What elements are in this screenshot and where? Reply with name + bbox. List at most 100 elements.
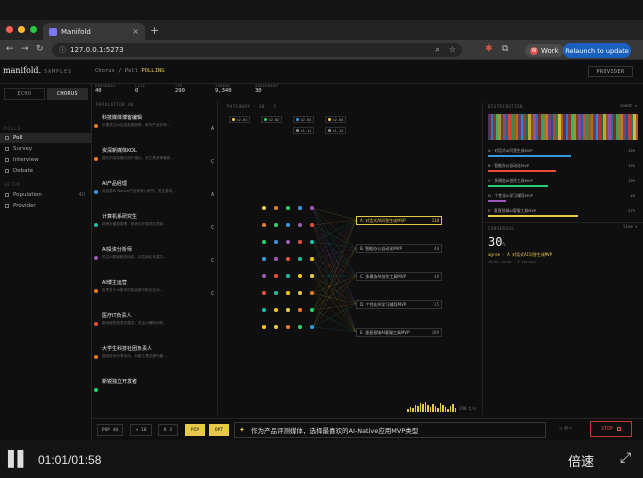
profile-button[interactable]: W Work (525, 44, 564, 57)
sidebar-item-survey[interactable]: Survey (0, 144, 91, 154)
distribution-pct: 27% (628, 208, 635, 213)
persona-item[interactable]: 科技媒体博客编辑 长期关注AI应用发展趋势，常写产品评测… A (93, 114, 217, 132)
persona-desc: 长期关注AI应用发展趋势，常写产品评测… (102, 123, 171, 127)
distribution-select[interactable]: count ▾ (620, 103, 637, 108)
option-e[interactable]: E. 垂直领域AI客服工具MVP 109 (356, 328, 442, 337)
provider-icon (5, 204, 9, 208)
persona-item[interactable]: AI产品经理 对各类AI Native产品有深入研究，关注落地… A (93, 180, 217, 198)
persona-item[interactable]: 新锐独立开发者 (93, 378, 217, 392)
zoom-icon[interactable]: ⌕ (435, 45, 439, 55)
consensus-select[interactable]: live ▾ (623, 224, 637, 229)
population-total: 40 (128, 102, 134, 107)
consensus-meta: 40/40 voted · 5 options (488, 260, 537, 264)
persona-tag: C (210, 159, 214, 165)
sidebar-item-provider[interactable]: Provider (0, 201, 91, 211)
mode-chorus[interactable]: CHORUS (47, 88, 88, 100)
status-badge: POLLING (141, 68, 165, 74)
mode-echo[interactable]: ECHO (4, 88, 45, 100)
stat-value: 9,340 (215, 88, 232, 94)
reload-icon[interactable]: ↻ (36, 44, 44, 54)
distribution-row: B · 智能办公自动化MVP 13% (488, 163, 638, 175)
persona-desc: 推动医院信息化建设，关注AI辅助诊断… (102, 321, 167, 325)
persona-node (274, 291, 278, 295)
distribution-label: A · 对话式AI问答生成MVP (488, 148, 533, 153)
pause-icon[interactable]: ▌▌ (8, 450, 29, 468)
stat-agreement: AGREEMENT 30 (255, 84, 278, 94)
throughput-rate: 290 t/s (459, 406, 476, 411)
persona-item[interactable]: 大学生科技社团负责人 组织技术分享活动，对新工具充满兴趣… (93, 345, 217, 359)
address-bar[interactable]: ⓘ 127.0.0.1:5273 ⌕ ☆ (52, 43, 462, 57)
relaunch-button[interactable]: Relaunch to update (563, 43, 631, 58)
persona-item[interactable]: AI投资分析师 关注AI赛道融资动态，评估商业化潜力… C (93, 246, 217, 264)
pip-button[interactable]: PIP (185, 424, 205, 436)
spark-bar (407, 409, 409, 412)
sidebar-item-label: Survey (13, 146, 33, 152)
persona-item[interactable]: 医疗IT负责人 推动医院信息化建设，关注AI辅助诊断… (93, 312, 217, 326)
site-info-icon[interactable]: ⓘ (59, 45, 66, 55)
rounds-control[interactable]: × 10 (130, 424, 152, 436)
stat-value: 30 (255, 88, 262, 94)
spark-bar (449, 406, 451, 412)
spark-bar (417, 406, 419, 412)
video-player-controls: ▌▌ 01:01/01:58 倍速 ⤢ (0, 440, 643, 478)
persona-item[interactable]: 计算机系研究生 熟悉大模型原理，常参与开源项目贡献… C (93, 213, 217, 231)
persona-node (310, 325, 314, 329)
fullscreen-icon[interactable]: ⤢ (620, 450, 631, 466)
spark-bar (422, 404, 424, 412)
prompt-input[interactable]: ✦ 作为产品评测媒体，选择最喜欢的AI-Native应用MVP类型 (234, 422, 546, 438)
sidebar-item-interview[interactable]: Interview (0, 155, 91, 165)
bookmark-star-icon[interactable]: ☆ (449, 45, 456, 55)
persona-node (310, 223, 314, 227)
spark-bar (444, 407, 446, 412)
spark-bar (427, 405, 429, 412)
persona-node (286, 206, 290, 210)
persona-node (310, 291, 314, 295)
option-d[interactable]: D. 个性化AI学习辅导MVP 15 (356, 300, 442, 309)
persona-desc: 熟悉大模型原理，常参与开源项目贡献… (102, 222, 167, 226)
consensus-select-value: live (623, 224, 633, 229)
persona-tag: A (210, 126, 214, 132)
persona-node (262, 325, 266, 329)
extension-icon[interactable]: ✱ (485, 44, 493, 54)
persona-item[interactable]: 资深新媒体KOL 擅长内容传播与用户增长，对工具效率敏感… C (93, 147, 217, 165)
option-c[interactable]: C. 多模态AI创作工具MVP 48 (356, 272, 442, 281)
distribution-bar (488, 185, 548, 187)
close-window-icon[interactable] (6, 26, 13, 33)
spark-bar (424, 402, 426, 412)
stat-value: 40 (95, 88, 102, 94)
breadcrumb-parent[interactable]: Chorus (95, 68, 115, 74)
persona-name: AI投资分析师 (102, 247, 132, 253)
back-icon[interactable]: ← (6, 44, 14, 54)
sidebar-item-population[interactable]: Population 40 (0, 190, 91, 200)
spark-bar (447, 409, 449, 412)
browser-tab[interactable]: Manifold × (43, 23, 145, 40)
sidebar-item-debate[interactable]: Debate (0, 166, 91, 176)
persona-node (298, 291, 302, 295)
shuffle-icon[interactable]: ⤨ ⌘↵ (558, 426, 573, 432)
option-a[interactable]: A. 对话式AI问答生成MVP 118 (356, 216, 442, 225)
zoom-window-icon[interactable] (30, 26, 37, 33)
option-b[interactable]: B. 智能办公自动化MVP 40 (356, 244, 442, 253)
breadcrumb-current: Poll (124, 68, 139, 74)
pop-control[interactable]: POP 40 (97, 424, 123, 436)
debate-icon (5, 169, 9, 173)
consensus-unit: % (502, 242, 506, 248)
provider-button[interactable]: PROVIDER (588, 66, 633, 77)
provider-label: PROVIDER (596, 68, 625, 75)
k-control[interactable]: K 3 (158, 424, 178, 436)
persona-node (298, 206, 302, 210)
consensus-label: CONSENSUS (488, 226, 515, 231)
persona-item[interactable]: AI博主运营 负责多个AI账号内容运营与粉丝互动… C (93, 279, 217, 297)
extensions-puzzle-icon[interactable]: ⧉ (502, 44, 508, 54)
speed-button[interactable]: 倍速 (568, 451, 594, 470)
tab-close-icon[interactable]: × (132, 27, 139, 36)
new-tab-icon[interactable]: + (150, 24, 159, 37)
forward-icon[interactable]: → (21, 44, 29, 54)
persona-node (262, 257, 266, 261)
consensus-number: 30 (488, 235, 503, 249)
sidebar-item-poll[interactable]: Poll (0, 133, 91, 143)
stop-button[interactable]: STOP (590, 421, 632, 437)
opt-button[interactable]: OPT (209, 424, 229, 436)
browser-tabbar: Manifold × + (0, 20, 643, 40)
minimize-window-icon[interactable] (18, 26, 25, 33)
